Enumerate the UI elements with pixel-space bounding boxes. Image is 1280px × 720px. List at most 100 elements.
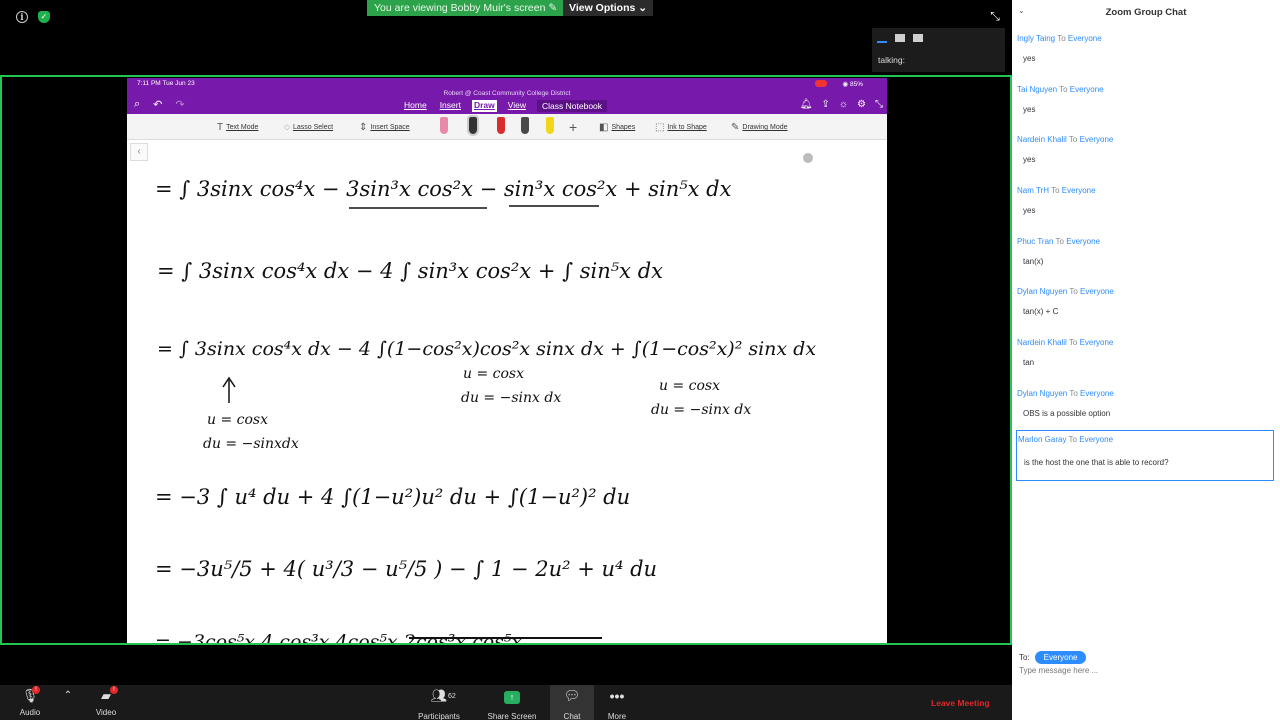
message-recipient[interactable]: Everyone (1062, 186, 1096, 195)
chat-button[interactable]: 💬︎ Chat (550, 685, 594, 720)
chat-message: Phuc Tran To Everyone tan(x) (1016, 233, 1274, 281)
collapse-icon[interactable]: ⤡ (875, 99, 883, 110)
exit-fullscreen-icon[interactable]: ⤡ (989, 10, 1001, 22)
view-options-label: View Options (569, 2, 636, 14)
battery-indicator: ◉ 85% (842, 81, 864, 88)
message-recipient[interactable]: Everyone (1080, 287, 1114, 296)
recording-indicator-icon (815, 80, 827, 87)
message-to-word: To (1069, 287, 1078, 296)
message-recipient[interactable]: Everyone (1080, 389, 1114, 398)
math-line-2: = ∫ 3sinx cos⁴x dx − 4 ∫ sin³x cos²x + ∫… (157, 259, 663, 283)
insert-space-label: Insert Space (370, 124, 410, 131)
pen-red[interactable] (497, 117, 505, 134)
share-screen-icon: ↑ (484, 685, 540, 704)
participants-button[interactable]: 👥︎ 62 Participants (410, 685, 468, 720)
substitution-u-right: u = cosx (659, 378, 720, 394)
search-icon[interactable]: ⌕ (134, 98, 140, 111)
text-mode-tool[interactable]: T Text Mode (217, 122, 258, 133)
undo-icon[interactable]: ↶ (153, 98, 162, 111)
minimize-icon[interactable] (877, 41, 887, 43)
single-view-icon[interactable] (895, 34, 905, 42)
recipient-dropdown[interactable]: Everyone (1034, 651, 1087, 664)
tab-view[interactable]: View (506, 100, 528, 112)
message-recipient[interactable]: Everyone (1066, 237, 1100, 246)
tab-home[interactable]: Home (402, 100, 429, 112)
chat-message: Ingly Taing To Everyone yes (1016, 30, 1274, 78)
settings-icon[interactable]: ⚙ (857, 99, 866, 110)
message-sender[interactable]: Nardein Khalil (1017, 135, 1067, 144)
message-recipient[interactable]: Everyone (1070, 85, 1104, 94)
active-speaker-panel[interactable]: talking: (872, 28, 1005, 72)
message-recipient[interactable]: Everyone (1068, 34, 1102, 43)
video-button[interactable]: ▰! Video (88, 685, 124, 720)
ribbon-tabs: Home Insert Draw View Class Notebook (402, 100, 608, 112)
info-icon[interactable]: i (16, 11, 28, 23)
message-recipient[interactable]: Everyone (1080, 135, 1114, 144)
drawing-mode-label: Drawing Mode (742, 124, 788, 131)
substitution-du-left: du = −sinxdx (203, 436, 299, 452)
top-bar: i ✓ You are viewing Bobby Muir's screen … (0, 0, 1012, 34)
shapes-label: Shapes (611, 124, 636, 131)
message-sender[interactable]: Tai Nguyen (1017, 85, 1057, 94)
ink-to-shape-tool[interactable]: ⬚ Ink to Shape (655, 122, 707, 133)
message-sender[interactable]: Nam TrH (1017, 186, 1049, 195)
draw-toolbar: T Text Mode ◌ Lasso Select ⇕ Insert Space +… (127, 114, 887, 140)
gallery-view-icon[interactable] (913, 34, 923, 42)
shapes-tool[interactable]: ◧ Shapes (599, 122, 635, 133)
message-sender[interactable]: Dylan Nguyen (1017, 389, 1067, 398)
onenote-ribbon: Robert @ Coast Community College Distric… (127, 90, 887, 114)
message-sender[interactable]: Dylan Nguyen (1017, 287, 1067, 296)
onenote-window: 7:11 PM Tue Jun 23 ◉ 85% Robert @ Coast … (127, 78, 887, 643)
tab-insert[interactable]: Insert (438, 100, 463, 112)
highlighter-yellow[interactable] (546, 117, 554, 134)
message-sender[interactable]: Ingly Taing (1017, 34, 1055, 43)
tab-draw[interactable]: Draw (471, 100, 497, 112)
message-to-word: To (1068, 338, 1078, 347)
encryption-shield-icon[interactable]: ✓ (38, 11, 50, 23)
lasso-select-tool[interactable]: ◌ Lasso Select (284, 122, 333, 133)
more-button[interactable]: ••• More (598, 685, 636, 720)
message-text: OBS is a possible option (1023, 409, 1111, 418)
redo-icon[interactable]: ↷ (175, 98, 184, 111)
video-label: Video (95, 708, 117, 717)
pen-gray[interactable] (521, 117, 529, 134)
audio-label: Audio (19, 708, 41, 717)
view-options-button[interactable]: View Options ⌄ (563, 0, 654, 16)
lightbulb-icon[interactable]: ☼ (839, 99, 848, 110)
message-sender[interactable]: Nardein Khalil (1017, 338, 1067, 347)
pen-black[interactable] (467, 115, 479, 136)
bell-icon[interactable]: 🔔︎ (800, 99, 813, 110)
message-text: yes (1023, 105, 1036, 114)
audio-options-button[interactable]: ⌃ (58, 685, 78, 720)
leave-meeting-button[interactable]: Leave Meeting (931, 698, 990, 708)
message-to-word: To (1051, 186, 1060, 195)
share-screen-button[interactable]: ↑ Share Screen (484, 685, 540, 720)
microphone-icon: 🎙︎! (21, 686, 40, 703)
audio-button[interactable]: 🎙︎! Audio (12, 685, 48, 720)
notebook-page[interactable]: ‹ = ∫ 3sinx cos⁴x − 3sin³x cos²x − sin³x… (127, 140, 887, 643)
chevron-up-icon: ⌃ (63, 690, 73, 701)
shared-screen[interactable]: 7:11 PM Tue Jun 23 ◉ 85% Robert @ Coast … (0, 75, 1012, 645)
chat-panel: ⌄ Zoom Group Chat Ingly Taing To Everyon… (1012, 0, 1280, 720)
message-recipient[interactable]: Everyone (1080, 338, 1114, 347)
eraser-tool[interactable] (440, 117, 448, 134)
ellipsis-icon: ••• (609, 688, 625, 704)
tab-class-notebook[interactable]: Class Notebook (537, 100, 608, 112)
message-sender[interactable]: Marlon Garay (1018, 435, 1066, 444)
chat-message-selected[interactable]: Marlon Garay To Everyone is the host the… (1016, 430, 1274, 481)
message-recipient[interactable]: Everyone (1079, 435, 1113, 444)
video-alert-badge: ! (110, 686, 118, 694)
plus-icon: + (569, 119, 578, 135)
view-layout-switcher[interactable] (877, 34, 923, 44)
document-title: Robert @ Coast Community College Distric… (443, 90, 571, 97)
chat-message: Nardein Khalil To Everyone tan (1016, 334, 1274, 382)
chat-message-input[interactable]: Type message here ... (1019, 666, 1098, 675)
drawing-mode-tool[interactable]: ✎ Drawing Mode (731, 122, 788, 133)
text-mode-label: Text Mode (226, 124, 259, 131)
share-icon[interactable]: ⇪ (821, 99, 829, 110)
add-pen-button[interactable]: + (569, 119, 577, 135)
message-sender[interactable]: Phuc Tran (1017, 237, 1053, 246)
status-time: 7:11 PM Tue Jun 23 (137, 80, 195, 87)
insert-space-tool[interactable]: ⇕ Insert Space (359, 122, 410, 133)
message-to-word: To (1068, 135, 1078, 144)
